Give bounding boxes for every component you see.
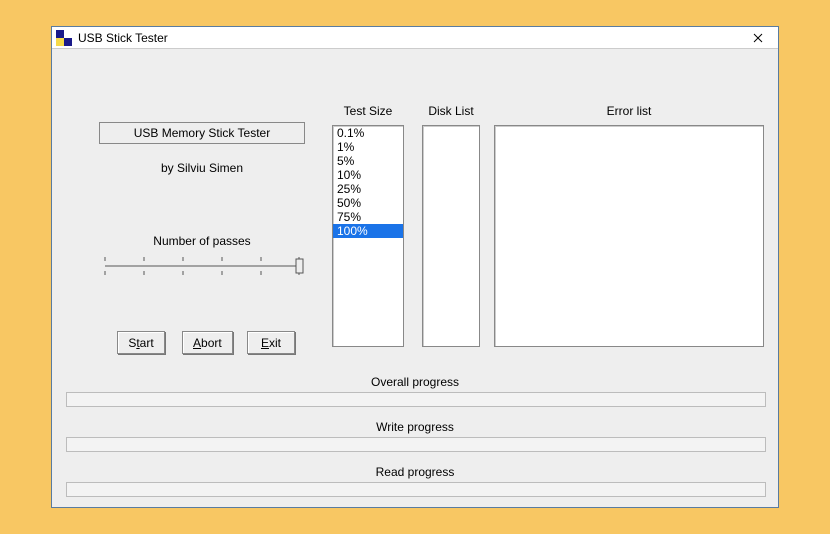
error-list-listbox[interactable] [494, 125, 764, 347]
error-list-label: Error list [494, 104, 764, 118]
abort-button-suffix: bort [201, 336, 222, 350]
titlebar[interactable]: USB Stick Tester [52, 27, 778, 49]
start-button[interactable]: Start [117, 331, 165, 354]
abort-button[interactable]: Abort [182, 331, 233, 354]
write-progress-label: Write progress [52, 420, 778, 434]
window-title: USB Stick Tester [78, 31, 168, 45]
list-item[interactable]: 50% [333, 196, 403, 210]
close-icon [753, 31, 763, 45]
list-item[interactable]: 25% [333, 182, 403, 196]
author-label: by Silviu Simen [99, 161, 305, 175]
app-window: USB Stick Tester USB Memory Stick Tester… [51, 26, 779, 508]
app-title-text: USB Memory Stick Tester [134, 126, 270, 140]
app-title-box: USB Memory Stick Tester [99, 122, 305, 144]
exit-button-suffix: xit [269, 336, 281, 350]
close-button[interactable] [744, 27, 772, 49]
overall-progress-label: Overall progress [52, 375, 778, 389]
test-size-listbox[interactable]: 0.1%1%5%10%25%50%75%100% [332, 125, 404, 347]
exit-button-ul: E [261, 336, 269, 350]
passes-label: Number of passes [99, 234, 305, 248]
overall-progress-bar [66, 392, 766, 407]
disk-list-listbox[interactable] [422, 125, 480, 347]
list-item[interactable]: 100% [333, 224, 403, 238]
start-button-prefix: S [128, 336, 136, 350]
list-item[interactable]: 10% [333, 168, 403, 182]
passes-slider[interactable] [99, 251, 309, 281]
list-item[interactable]: 1% [333, 140, 403, 154]
slider-icon [99, 251, 309, 281]
read-progress-label: Read progress [52, 465, 778, 479]
write-progress-bar [66, 437, 766, 452]
list-item[interactable]: 0.1% [333, 126, 403, 140]
list-item[interactable]: 75% [333, 210, 403, 224]
exit-button[interactable]: Exit [247, 331, 295, 354]
disk-list-label: Disk List [422, 104, 480, 118]
abort-button-ul: A [193, 336, 201, 350]
read-progress-bar [66, 482, 766, 497]
test-size-label: Test Size [332, 104, 404, 118]
app-icon [56, 30, 72, 46]
client-area: USB Memory Stick Tester by Silviu Simen … [52, 49, 778, 507]
start-button-suffix: art [140, 336, 154, 350]
list-item[interactable]: 5% [333, 154, 403, 168]
